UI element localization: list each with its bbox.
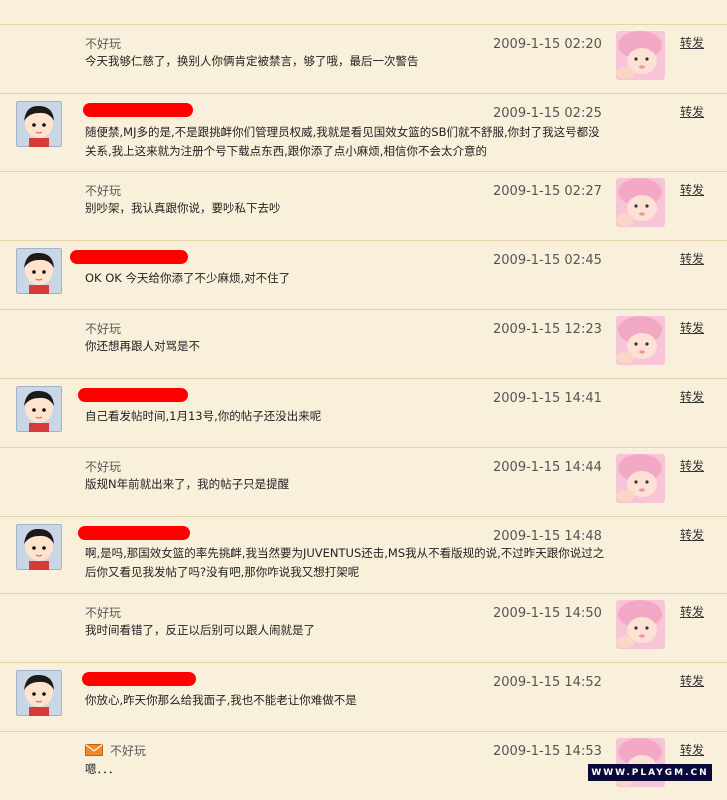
post-text: 你放心,昨天你那么给我面子,我也不能老让你难做不是 [85,693,357,707]
post-time: 2009-1-15 14:44 [493,460,602,475]
post-time: 2009-1-15 14:50 [493,606,602,621]
post-author: 不好玩 [85,37,122,51]
post: 不好玩 2009-1-15 02:20 今天我够仁慈了，换别人你俩肯定被禁言，够… [0,24,727,93]
forward-link[interactable]: 转发 [680,603,704,620]
post-time: 2009-1-15 12:23 [493,322,602,337]
post-text: 我时间看错了，反正以后别可以跟人闹就是了 [85,623,315,637]
forward-link[interactable]: 转发 [680,319,704,336]
post-time: 2009-1-15 14:53 [493,744,602,759]
post-author: 不好玩 [85,184,122,198]
post-text: 嗯．．． [85,762,120,776]
post-text: 你还想再跟人对骂是不 [85,339,200,353]
user-avatar [16,670,62,716]
post-text: 别吵架，我认真跟你说，要吵私下去吵 [85,201,281,215]
post-time: 2009-1-15 02:20 [493,37,602,52]
forward-link[interactable]: 转发 [680,672,704,689]
post: 不好玩 2009-1-15 14:44 版规N年前就出来了，我的帖子只是提醒 转… [0,447,727,516]
redacted-author [70,250,188,264]
post: 不好玩 2009-1-15 12:23 你还想再跟人对骂是不 转发 [0,309,727,378]
post: 不好玩 2009-1-15 02:27 别吵架，我认真跟你说，要吵私下去吵 转发 [0,171,727,240]
forward-link[interactable]: 转发 [680,388,704,405]
envelope-icon [85,744,103,756]
post-text: OK OK 今天给你添了不少麻烦,对不住了 [85,271,291,285]
post-text: 随便禁,MJ多的是,不是跟挑衅你们管理员权威,我就是看见国效女篮的SB们就不舒服… [85,125,600,158]
post-time: 2009-1-15 14:48 [493,529,602,544]
forward-link[interactable]: 转发 [680,741,704,758]
redacted-author [78,388,188,402]
post: 2009-1-15 02:45 OK OK 今天给你添了不少麻烦,对不住了 转发 [0,240,727,309]
moderator-avatar [616,316,665,365]
post-text: 自己看发帖时间,1月13号,你的帖子还没出来呢 [85,409,322,423]
moderator-avatar [616,31,665,80]
user-avatar [16,524,62,570]
user-avatar [16,101,62,147]
post-time: 2009-1-15 02:45 [493,253,602,268]
forward-link[interactable]: 转发 [680,457,704,474]
forward-link[interactable]: 转发 [680,34,704,51]
redacted-author [82,672,196,686]
redacted-author [78,526,190,540]
post-time: 2009-1-15 02:27 [493,184,602,199]
post: 不好玩 2009-1-15 14:50 我时间看错了，反正以后别可以跟人闹就是了… [0,593,727,662]
post-text: 版规N年前就出来了，我的帖子只是提醒 [85,477,290,491]
post-author: 不好玩 [85,322,122,336]
site-watermark: WWW.PLAYGM.CN [588,764,712,781]
forward-link[interactable]: 转发 [680,181,704,198]
post: 2009-1-15 14:48 啊,是吗,那国效女篮的率先挑衅,我当然要为JUV… [0,516,727,593]
post-text: 啊,是吗,那国效女篮的率先挑衅,我当然要为JUVENTUS还击,MS我从不看版规… [85,546,605,579]
post-author: 不好玩 [110,744,147,758]
redacted-author [83,103,193,117]
post: 2009-1-15 14:52 你放心,昨天你那么给我面子,我也不能老让你难做不… [0,662,727,731]
post: 2009-1-15 14:41 自己看发帖时间,1月13号,你的帖子还没出来呢 … [0,378,727,447]
post-text: 今天我够仁慈了，换别人你俩肯定被禁言，够了哦，最后一次警告 [85,54,419,68]
user-avatar [16,386,62,432]
post-author: 不好玩 [85,606,122,620]
user-avatar [16,248,62,294]
conversation-frame: 不好玩 2009-1-15 02:20 今天我够仁慈了，换别人你俩肯定被禁言，够… [0,0,727,800]
post-author: 不好玩 [85,460,122,474]
post: 2009-1-15 02:25 随便禁,MJ多的是,不是跟挑衅你们管理员权威,我… [0,93,727,171]
forward-link[interactable]: 转发 [680,250,704,267]
post-time: 2009-1-15 14:41 [493,391,602,406]
moderator-avatar [616,600,665,649]
post-time: 2009-1-15 14:52 [493,675,602,690]
forward-link[interactable]: 转发 [680,526,704,543]
post-time: 2009-1-15 02:25 [493,106,602,121]
forward-link[interactable]: 转发 [680,103,704,120]
moderator-avatar [616,178,665,227]
moderator-avatar [616,454,665,503]
